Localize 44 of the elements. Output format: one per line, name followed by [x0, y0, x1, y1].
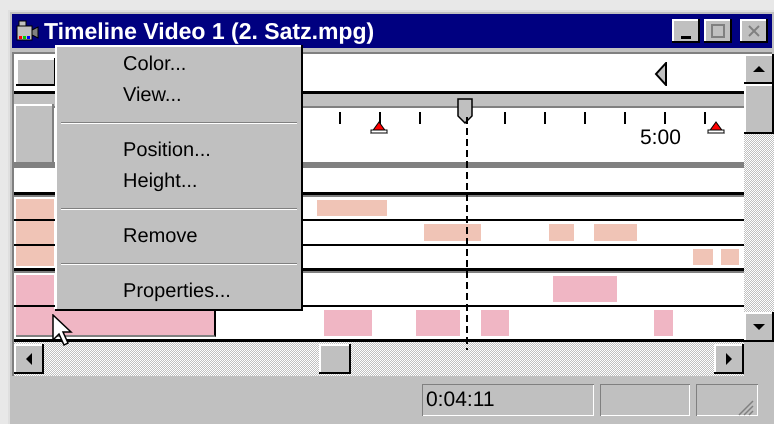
track-header[interactable] [16, 199, 54, 266]
marker-icon[interactable] [370, 120, 388, 134]
menu-item[interactable]: Height... [59, 166, 299, 197]
clip-bar[interactable] [594, 224, 637, 241]
down-arrow-icon [753, 323, 765, 331]
scroll-left-button[interactable] [14, 344, 44, 374]
video-camera-icon [16, 20, 40, 42]
clip-bar[interactable] [693, 249, 713, 265]
clip-bar[interactable] [654, 310, 673, 336]
scroll-right-button[interactable] [714, 344, 744, 374]
scroll-thumb[interactable] [744, 84, 774, 134]
menu-item[interactable]: Position... [59, 135, 299, 166]
scroll-down-button[interactable] [744, 312, 774, 342]
left-arrow-icon [25, 353, 33, 365]
scroll-thumb[interactable] [319, 344, 351, 374]
clip-bar[interactable] [553, 276, 617, 302]
menu-item[interactable]: Properties... [59, 276, 299, 307]
up-arrow-icon [753, 65, 765, 73]
clip-bar[interactable] [721, 249, 739, 265]
menu-item[interactable]: Color... [59, 49, 299, 80]
clip-bar[interactable] [424, 224, 481, 241]
playhead-handle[interactable] [456, 98, 474, 124]
track-button[interactable] [16, 58, 56, 86]
minimize-button[interactable] [672, 19, 700, 43]
time-display: 0:04:11 [422, 384, 594, 416]
clip-bar[interactable] [16, 309, 216, 337]
time-label: 5:00 [640, 126, 681, 150]
clip-bar[interactable] [324, 310, 372, 336]
close-button[interactable] [740, 19, 768, 43]
clip-bar[interactable] [416, 310, 460, 336]
close-icon [747, 24, 761, 38]
maximize-icon [711, 24, 725, 38]
clip-bar[interactable] [317, 200, 387, 216]
scroll-up-button[interactable] [744, 54, 774, 84]
menu-item[interactable]: Remove [59, 221, 299, 252]
end-marker-icon [654, 62, 668, 86]
maximize-button[interactable] [704, 19, 732, 43]
clip-bar[interactable] [549, 224, 574, 241]
resize-grip-icon[interactable] [736, 398, 754, 416]
window-title: Timeline Video 1 (2. Satz.mpg) [44, 18, 376, 44]
right-arrow-icon [725, 353, 733, 365]
minimize-icon [681, 36, 691, 38]
marker-icon[interactable] [707, 120, 725, 134]
clip-bar[interactable] [481, 310, 509, 336]
